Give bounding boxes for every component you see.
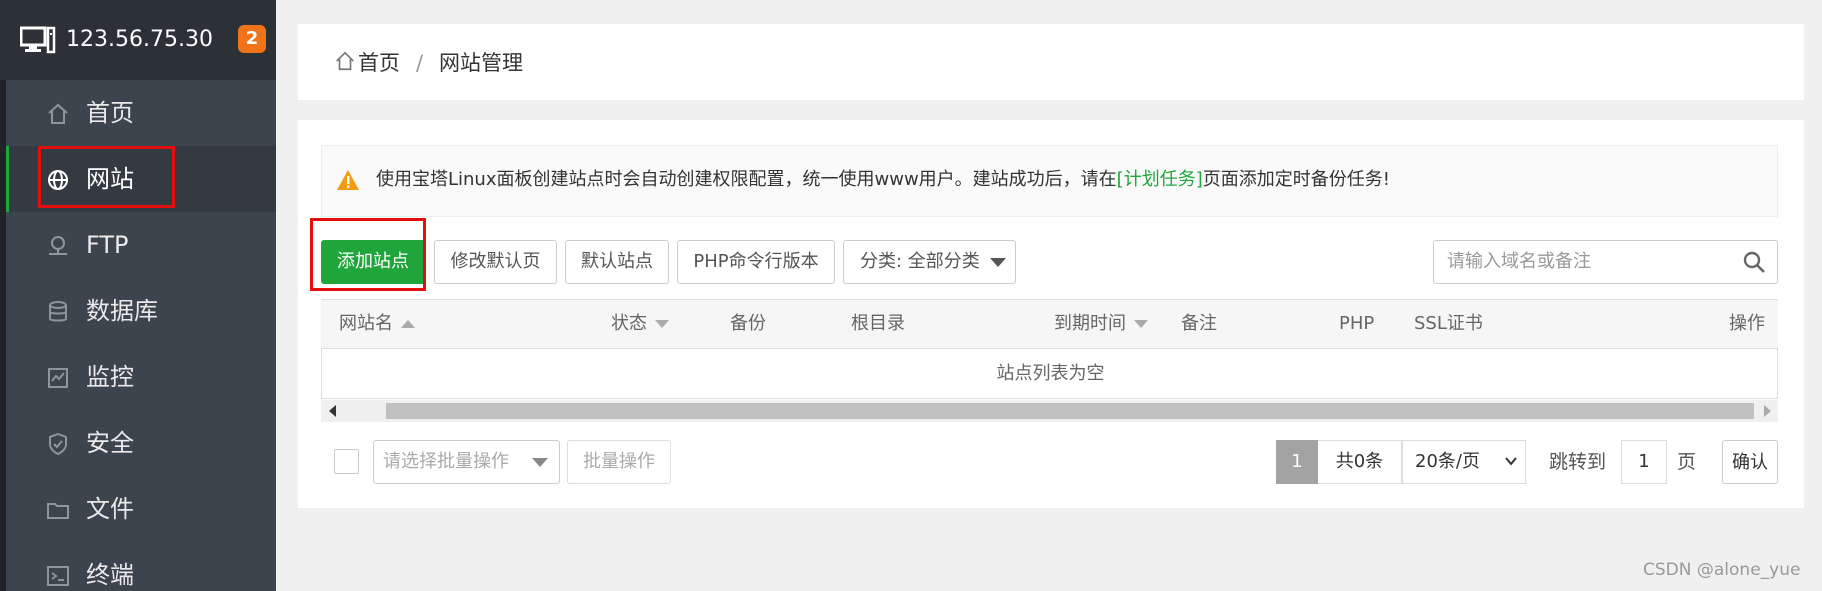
breadcrumb-separator: / xyxy=(416,51,424,75)
page-unit-label: 页 xyxy=(1677,451,1697,473)
sidebar-item-database[interactable]: 数据库 xyxy=(6,278,276,344)
highlight-box-website xyxy=(38,146,175,208)
breadcrumb-home[interactable]: 首页 xyxy=(358,49,400,77)
home-icon xyxy=(48,103,68,124)
chevron-down-icon xyxy=(990,258,1006,267)
sidebar-item-files[interactable]: 文件 xyxy=(6,476,276,542)
database-icon xyxy=(49,301,67,322)
confirm-button[interactable]: 确认 xyxy=(1722,440,1778,484)
watermark: CSDN @alone_yue xyxy=(1643,560,1801,580)
column-label: 网站名 xyxy=(339,313,393,334)
column-header-backup: 备份 xyxy=(730,313,766,334)
sidebar-item-ftp[interactable]: FTP xyxy=(6,212,276,278)
warning-icon xyxy=(337,170,359,190)
column-header-expiry[interactable]: 到期时间 xyxy=(1054,312,1148,336)
column-header-ssl: SSL证书 xyxy=(1414,313,1483,334)
total-count: 共0条 xyxy=(1318,440,1402,484)
sidebar-item-label: 安全 xyxy=(86,429,134,457)
shield-icon xyxy=(49,432,67,456)
select-all-checkbox[interactable] xyxy=(334,449,359,474)
sidebar-item-label: FTP xyxy=(86,231,129,259)
column-header-status[interactable]: 状态 xyxy=(611,312,669,336)
terminal-icon xyxy=(47,566,69,586)
breadcrumb-card xyxy=(298,24,1804,100)
search-icon[interactable] xyxy=(1742,250,1766,274)
column-header-site-name[interactable]: 网站名 xyxy=(339,312,415,336)
sidebar-item-security[interactable]: 安全 xyxy=(6,410,276,476)
chevron-down-icon xyxy=(532,458,548,467)
chevron-down-icon xyxy=(1505,457,1517,466)
notice-text: 使用宝塔Linux面板创建站点时会自动创建权限配置，统一使用www用户。建站成功… xyxy=(376,167,1390,193)
sidebar-item-label: 数据库 xyxy=(86,297,158,325)
scroll-left-icon[interactable] xyxy=(329,405,336,417)
sort-desc-icon xyxy=(655,320,669,328)
search-placeholder: 请输入域名或备注 xyxy=(1447,251,1591,272)
page-size-value: 20条/页 xyxy=(1415,451,1480,472)
jump-to-label: 跳转到 xyxy=(1549,451,1607,473)
category-select-value: 分类: 全部分类 xyxy=(860,251,980,272)
ftp-icon xyxy=(49,236,67,255)
sort-desc-icon xyxy=(1134,320,1148,328)
sidebar-item-terminal[interactable]: 终端 xyxy=(6,542,276,591)
notice-text-before: 使用宝塔Linux面板创建站点时会自动创建权限配置，统一使用www用户。建站成功… xyxy=(376,169,1117,190)
table-header xyxy=(321,299,1778,349)
highlight-box-add-site xyxy=(310,218,426,291)
batch-operation-placeholder: 请选择批量操作 xyxy=(383,451,509,472)
jump-page-input[interactable]: 1 xyxy=(1621,440,1667,484)
notification-badge[interactable]: 2 xyxy=(238,25,266,53)
column-label: 到期时间 xyxy=(1054,313,1126,334)
sidebar-item-home[interactable]: 首页 xyxy=(6,80,276,146)
server-ip: 123.56.75.30 xyxy=(66,27,213,52)
column-header-remark: 备注 xyxy=(1181,313,1217,334)
folder-icon xyxy=(47,503,69,519)
sidebar: 123.56.75.30 2 首页 网站 FTP 数据库 监控 安全 文件 终端 xyxy=(0,0,276,591)
sidebar-item-label: 文件 xyxy=(86,495,134,523)
breadcrumb-current: 网站管理 xyxy=(439,51,523,75)
column-header-root-dir: 根目录 xyxy=(851,313,905,334)
table-body: 站点列表为空 xyxy=(321,349,1778,399)
column-header-php: PHP xyxy=(1339,313,1375,334)
php-cli-version-button[interactable]: PHP命令行版本 xyxy=(677,240,835,284)
sidebar-item-label: 终端 xyxy=(86,561,134,589)
batch-operation-button[interactable]: 批量操作 xyxy=(567,440,671,484)
current-page[interactable]: 1 xyxy=(1276,440,1318,484)
home-icon[interactable] xyxy=(334,50,356,72)
empty-list-text: 站点列表为空 xyxy=(996,363,1105,384)
edit-default-page-button[interactable]: 修改默认页 xyxy=(434,240,557,284)
right-edge xyxy=(1812,0,1822,591)
column-header-actions: 操作 xyxy=(1729,313,1765,334)
server-bar[interactable]: 123.56.75.30 2 xyxy=(0,0,276,80)
scroll-right-icon[interactable] xyxy=(1764,405,1771,417)
column-label: 状态 xyxy=(611,313,647,334)
sidebar-item-monitor[interactable]: 监控 xyxy=(6,344,276,410)
server-icon xyxy=(20,26,56,54)
sidebar-item-label: 首页 xyxy=(86,99,134,127)
scrollbar-thumb[interactable] xyxy=(386,403,1754,419)
sidebar-item-label: 监控 xyxy=(86,363,134,391)
notice-text-after: 页面添加定时备份任务! xyxy=(1202,169,1390,190)
cron-task-link[interactable]: [计划任务] xyxy=(1117,169,1203,190)
default-site-button[interactable]: 默认站点 xyxy=(565,240,669,284)
sort-asc-icon xyxy=(401,320,415,328)
monitor-icon xyxy=(48,368,68,388)
